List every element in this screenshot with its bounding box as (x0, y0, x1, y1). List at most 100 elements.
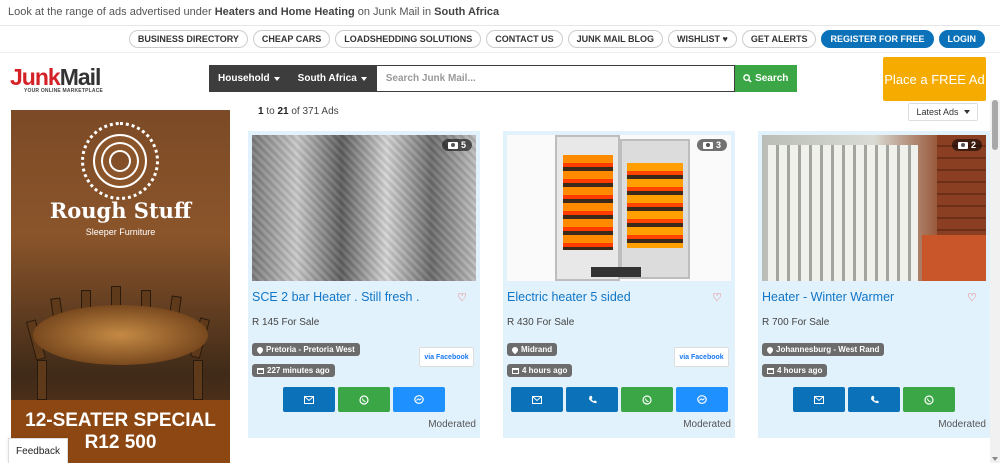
listing-title[interactable]: Heater - Winter Warmer (762, 290, 894, 304)
camera-icon (447, 141, 458, 149)
photo-count-badge: 2 (951, 139, 982, 151)
banner-special-title: 12-SEATER SPECIAL (25, 410, 216, 431)
whatsapp-button[interactable] (338, 387, 390, 412)
register-button[interactable]: REGISTER FOR FREE (821, 30, 934, 48)
heart-icon[interactable]: ♡ (457, 291, 467, 304)
seo-category: Heaters and Home Heating (214, 6, 355, 18)
listing-price: R 700 For Sale (762, 317, 830, 328)
logo-part2: Mail (59, 64, 102, 90)
location-text: Johannesburg - West Rand (776, 345, 880, 354)
listing-title[interactable]: SCE 2 bar Heater . Still fresh . (252, 290, 419, 304)
get-alerts-link[interactable]: GET ALERTS (741, 30, 817, 48)
photo-count-badge: 3 (696, 139, 727, 151)
search-button[interactable]: Search (734, 65, 797, 92)
moderated-label: Moderated (938, 419, 986, 430)
logo-tagline: YOUR ONLINE MARKETPLACE (24, 88, 104, 94)
phone-icon (588, 395, 597, 404)
heart-icon[interactable]: ♡ (712, 291, 722, 304)
results-suffix: Ads (319, 106, 339, 117)
wishlist-link[interactable]: WISHLIST ♥ (667, 30, 737, 48)
category-dropdown-label: Household (218, 73, 270, 84)
place-free-ad-button[interactable]: Place a FREE Ad (883, 57, 986, 101)
scrollbar[interactable] (990, 100, 1000, 463)
email-button[interactable] (793, 387, 845, 412)
logo-part1: Junk (10, 64, 61, 90)
listing-image[interactable]: 5 (252, 135, 476, 281)
scrollbar-thumb[interactable] (992, 100, 998, 150)
listing-card[interactable]: 5 SCE 2 bar Heater . Still fresh . ♡ R 1… (248, 131, 480, 438)
region-dropdown[interactable]: South Africa (288, 65, 376, 92)
messenger-icon (697, 394, 707, 404)
sort-dropdown[interactable]: Latest Ads (908, 103, 978, 121)
junkmail-logo[interactable]: JunkMail YOUR ONLINE MARKETPLACE (10, 64, 104, 95)
heart-icon[interactable]: ♡ (967, 291, 977, 304)
call-button[interactable] (566, 387, 618, 412)
category-dropdown[interactable]: Household (209, 65, 289, 92)
listing-price: R 145 For Sale (252, 317, 320, 328)
photo-count: 2 (970, 140, 976, 150)
location-text: Pretoria - Pretoria West (266, 345, 355, 354)
email-button[interactable] (511, 387, 563, 412)
seo-description-bar: Look at the range of ads advertised unde… (0, 0, 1000, 26)
listing-card[interactable]: 3 Electric heater 5 sided ♡ R 430 For Sa… (503, 131, 735, 438)
call-button[interactable] (848, 387, 900, 412)
business-directory-link[interactable]: BUSINESS DIRECTORY (128, 30, 248, 48)
seo-text-middle: on Junk Mail in (354, 6, 435, 18)
results-of-label: of (288, 106, 303, 117)
results-to: 21 (277, 106, 289, 117)
location-tag: Johannesburg - West Rand (762, 343, 885, 356)
chevron-down-icon (963, 110, 970, 114)
time-text: 4 hours ago (777, 366, 823, 375)
chevron-down-icon (273, 76, 280, 81)
messenger-button[interactable] (393, 387, 445, 412)
listing-title[interactable]: Electric heater 5 sided (507, 290, 631, 304)
via-facebook-badge: via Facebook (419, 347, 474, 367)
search-icon (743, 74, 752, 83)
seo-region: South Africa (434, 6, 500, 18)
results-total: 371 (302, 106, 320, 117)
calendar-icon (767, 367, 774, 374)
listing-image[interactable]: 3 (507, 135, 731, 281)
time-text: 4 hours ago (522, 366, 568, 375)
cheap-cars-link[interactable]: CHEAP CARS (252, 30, 331, 48)
whatsapp-icon (642, 394, 652, 405)
location-text: Midrand (521, 345, 553, 354)
photo-count: 5 (460, 140, 466, 150)
mail-icon (814, 395, 824, 404)
time-tag: 4 hours ago (507, 364, 573, 377)
messenger-button[interactable] (676, 387, 728, 412)
messenger-icon (414, 394, 424, 404)
map-pin-icon (765, 345, 775, 354)
contact-buttons (283, 387, 445, 412)
whatsapp-button[interactable] (621, 387, 673, 412)
camera-icon (957, 141, 968, 149)
map-pin-icon (510, 345, 520, 354)
time-tag: 227 minutes ago (252, 364, 335, 377)
location-tag: Pretoria - Pretoria West (252, 343, 360, 356)
contact-us-link[interactable]: CONTACT US (486, 30, 563, 48)
via-facebook-badge: via Facebook (674, 347, 729, 367)
scroll-down-arrow-icon[interactable] (992, 457, 998, 461)
email-button[interactable] (283, 387, 335, 412)
advertisement-banner[interactable]: Rough Stuff Sleeper Furniture 12-SEATER … (11, 110, 230, 463)
saw-blade-logo (81, 122, 159, 200)
photo-count-badge: 5 (441, 139, 472, 151)
feedback-button[interactable]: Feedback (8, 438, 68, 463)
whatsapp-button[interactable] (903, 387, 955, 412)
blog-link[interactable]: JUNK MAIL BLOG (567, 30, 663, 48)
mail-icon (532, 395, 542, 404)
loadshedding-link[interactable]: LOADSHEDDING SOLUTIONS (335, 30, 482, 48)
phone-icon (870, 395, 879, 404)
calendar-icon (257, 367, 264, 374)
search-input[interactable] (375, 65, 735, 92)
main-header: JunkMail YOUR ONLINE MARKETPLACE Househo… (0, 52, 1000, 102)
region-dropdown-label: South Africa (297, 73, 357, 84)
whatsapp-icon (359, 394, 369, 405)
moderated-label: Moderated (683, 419, 731, 430)
login-button[interactable]: LOGIN (938, 30, 985, 48)
whatsapp-icon (924, 394, 934, 405)
listing-card[interactable]: 2 Heater - Winter Warmer ♡ R 700 For Sal… (758, 131, 990, 438)
listing-image[interactable]: 2 (762, 135, 986, 281)
search-button-label: Search (755, 73, 789, 84)
search-bar: Household South Africa Search (209, 65, 797, 92)
